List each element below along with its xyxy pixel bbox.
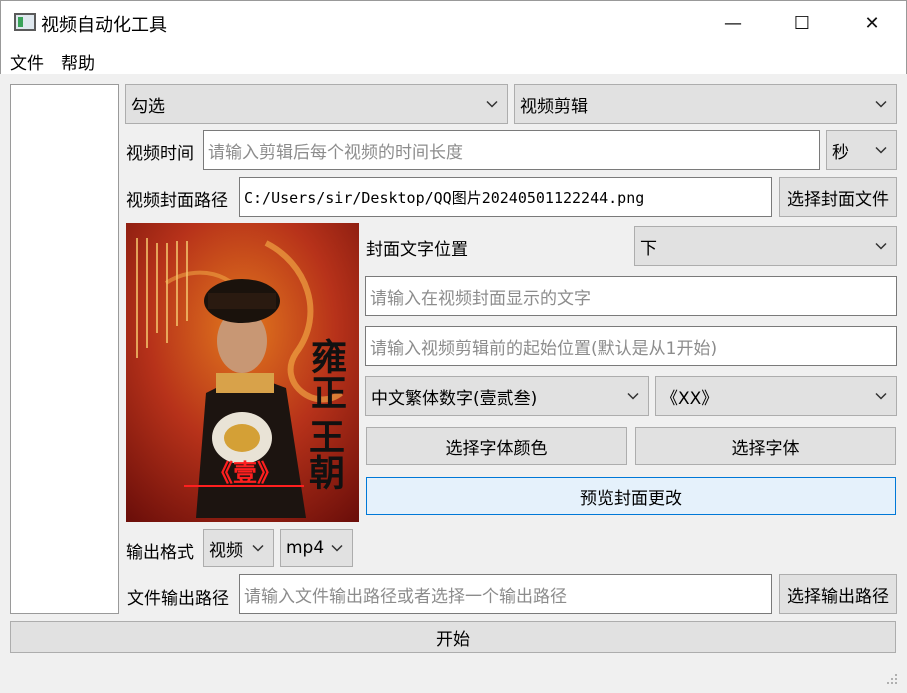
mode-select-value: 勾选 — [131, 96, 165, 117]
output-path-input[interactable]: 请输入文件输出路径或者选择一个输出路径 — [239, 574, 772, 614]
app-icon — [14, 13, 36, 31]
duration-unit-value: 秒 — [832, 142, 849, 163]
file-list-panel[interactable] — [10, 84, 119, 614]
start-button[interactable]: 开始 — [10, 621, 896, 653]
close-icon: ✕ — [864, 12, 880, 34]
chevron-down-icon — [875, 100, 887, 108]
text-position-value: 下 — [640, 238, 657, 259]
cover-art: 雍正 王朝 《壹》 — [126, 223, 359, 522]
cover-preview-image: 雍正 王朝 《壹》 — [126, 223, 359, 522]
function-select[interactable]: 视频剪辑 — [514, 84, 897, 124]
cover-text-input[interactable]: 请输入在视频封面显示的文字 — [365, 276, 897, 316]
chevron-down-icon — [627, 392, 639, 400]
title-bar: 视频自动化工具 — ☐ ✕ — [0, 0, 907, 44]
window-title: 视频自动化工具 — [41, 15, 167, 36]
menu-file[interactable]: 文件 — [10, 49, 44, 74]
chevron-down-icon — [875, 242, 887, 250]
output-ext-value: mp4 — [286, 538, 325, 558]
output-ext-select[interactable]: mp4 — [280, 529, 353, 567]
output-format-label: 输出格式 — [126, 543, 194, 563]
chevron-down-icon — [331, 544, 343, 552]
maximize-icon: ☐ — [793, 12, 811, 34]
svg-text:《壹》: 《壹》 — [209, 458, 281, 487]
chevron-down-icon — [875, 146, 887, 154]
svg-text:雍正: 雍正 — [305, 338, 347, 410]
chevron-down-icon — [486, 100, 498, 108]
mode-select[interactable]: 勾选 — [125, 84, 508, 124]
minimize-button[interactable]: — — [710, 1, 756, 45]
function-select-value: 视频剪辑 — [520, 96, 588, 117]
cover-path-label: 视频封面路径 — [126, 191, 228, 211]
duration-unit-select[interactable]: 秒 — [826, 130, 897, 170]
output-path-label: 文件输出路径 — [127, 589, 229, 609]
text-position-select[interactable]: 下 — [634, 226, 897, 266]
chevron-down-icon — [875, 392, 887, 400]
duration-label: 视频时间 — [126, 144, 194, 164]
choose-output-button[interactable]: 选择输出路径 — [779, 574, 897, 614]
start-index-input[interactable]: 请输入视频剪辑前的起始位置(默认是从1开始) — [365, 326, 897, 366]
resize-grip-icon[interactable] — [885, 672, 899, 686]
number-style-select[interactable]: 中文繁体数字(壹贰叁) — [365, 376, 649, 416]
font-color-button[interactable]: 选择字体颜色 — [366, 427, 627, 465]
number-style-value: 中文繁体数字(壹贰叁) — [371, 388, 538, 409]
minimize-icon: — — [724, 12, 742, 34]
svg-text:王朝: 王朝 — [303, 418, 345, 490]
menu-help[interactable]: 帮助 — [61, 49, 95, 74]
maximize-button[interactable]: ☐ — [779, 1, 825, 45]
menu-bar: 文件 帮助 — [0, 44, 907, 74]
chevron-down-icon — [252, 544, 264, 552]
font-button[interactable]: 选择字体 — [635, 427, 896, 465]
preview-cover-button[interactable]: 预览封面更改 — [366, 477, 896, 515]
close-button[interactable]: ✕ — [849, 1, 895, 45]
bracket-style-select[interactable]: 《XX》 — [655, 376, 897, 416]
text-position-label: 封面文字位置 — [366, 240, 468, 260]
cover-path-input[interactable]: C:/Users/sir/Desktop/QQ图片20240501122244.… — [239, 177, 772, 217]
choose-cover-button[interactable]: 选择封面文件 — [779, 177, 897, 217]
duration-input[interactable]: 请输入剪辑后每个视频的时间长度 — [203, 130, 820, 170]
bracket-style-value: 《XX》 — [661, 388, 719, 409]
output-type-select[interactable]: 视频 — [203, 529, 274, 567]
output-type-value: 视频 — [209, 540, 243, 561]
